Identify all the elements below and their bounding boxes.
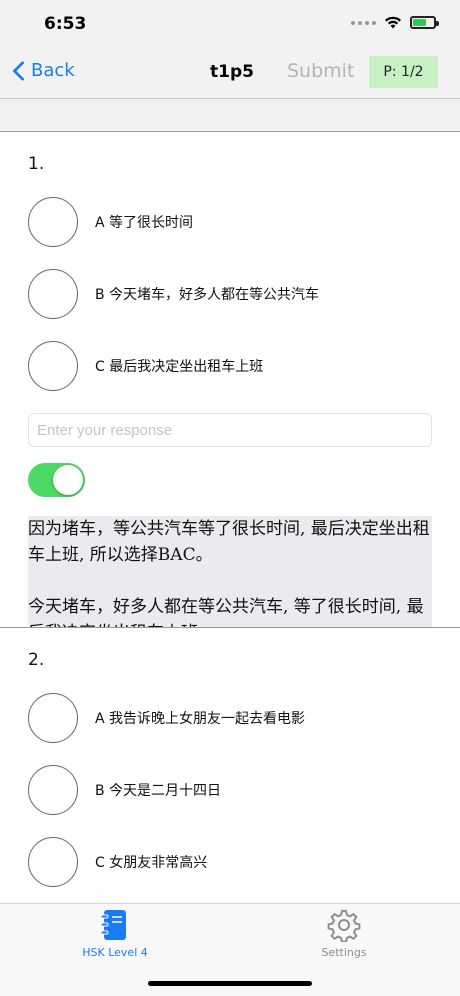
notebook-icon	[100, 910, 126, 940]
question-number: 1.	[28, 154, 45, 174]
battery-icon	[410, 16, 439, 29]
answer-option[interactable]: C 最后我决定坐出租车上班	[28, 341, 263, 391]
back-label: Back	[31, 60, 75, 81]
explanation-text: 因为堵车，等公共汽车等了很长时间, 最后决定坐出租车上班, 所以选择BAC。	[28, 519, 430, 565]
signal-icon	[351, 20, 376, 25]
submit-button[interactable]: Submit	[287, 60, 354, 82]
status-time: 6:53	[44, 14, 87, 34]
radio-button[interactable]	[28, 765, 78, 815]
question-number: 2.	[28, 650, 45, 670]
toggle-knob	[53, 465, 83, 495]
radio-button[interactable]	[28, 341, 78, 391]
chevron-left-icon	[13, 60, 24, 81]
answer-explanation: 因为堵车，等公共汽车等了很长时间, 最后决定坐出租车上班, 所以选择BAC。 今…	[28, 516, 432, 627]
radio-button[interactable]	[28, 269, 78, 319]
explanation-text: 今天堵车，好多人都在等公共汽车, 等了很长时间, 最后我决定坐出租车上班。...	[28, 597, 424, 627]
option-label: C 最后我决定坐出租车上班	[95, 359, 264, 375]
show-answer-toggle[interactable]	[28, 463, 85, 497]
page-title: t1p5	[210, 62, 254, 82]
option-label: A 等了很长时间	[95, 215, 194, 231]
header-separator	[0, 98, 460, 132]
option-label: B 今天堵车，好多人都在等公共汽车	[95, 287, 320, 303]
tab-label: Settings	[321, 946, 367, 959]
answer-option[interactable]: A 我告诉晚上女朋友一起去看电影	[28, 693, 305, 743]
gear-icon	[327, 910, 361, 942]
option-label: C 女朋友非常高兴	[95, 855, 208, 871]
tab-settings[interactable]: Settings	[284, 908, 404, 959]
status-indicators	[351, 16, 439, 29]
back-button[interactable]: Back	[12, 60, 75, 81]
home-indicator	[148, 981, 312, 986]
response-input[interactable]	[28, 413, 432, 447]
radio-button[interactable]	[28, 693, 78, 743]
tab-label: HSK Level 4	[82, 946, 148, 959]
option-label: B 今天是二月十四日	[95, 783, 222, 799]
page-indicator-badge[interactable]: P: 1/2	[369, 56, 438, 88]
radio-button[interactable]	[28, 197, 78, 247]
answer-option[interactable]: C 女朋友非常高兴	[28, 837, 207, 887]
answer-option[interactable]: B 今天堵车，好多人都在等公共汽车	[28, 269, 319, 319]
answer-option[interactable]: B 今天是二月十四日	[28, 765, 221, 815]
wifi-icon	[385, 16, 401, 29]
question-divider	[0, 627, 460, 628]
answer-option[interactable]: A 等了很长时间	[28, 197, 193, 247]
radio-button[interactable]	[28, 837, 78, 887]
status-bar: 6:53	[0, 0, 460, 48]
tab-hsk-level-4[interactable]: HSK Level 4	[55, 908, 175, 959]
option-label: A 我告诉晚上女朋友一起去看电影	[95, 711, 306, 727]
nav-bar: Back t1p5 Submit P: 1/2	[0, 48, 460, 98]
